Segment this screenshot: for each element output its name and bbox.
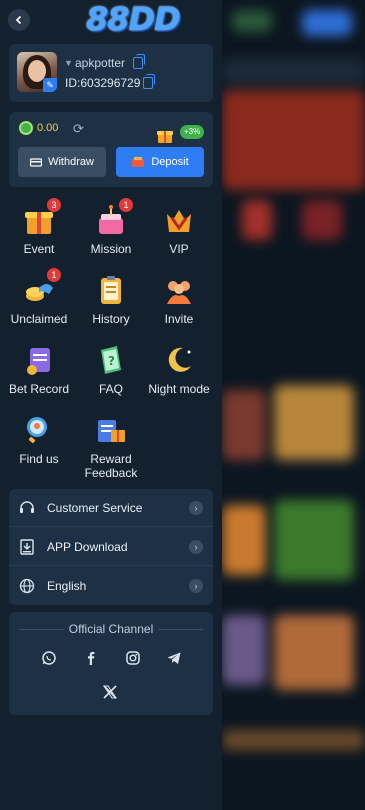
divider	[158, 629, 203, 630]
bonus-gift-icon	[157, 131, 173, 143]
side-drawer: 88DD ✎ ▼ apkpotter ID:603296729 0.00 ⟳ W…	[0, 0, 222, 810]
unclaimed-badge: 1	[47, 268, 61, 282]
tile-faq[interactable]: ? FAQ	[78, 344, 144, 396]
headset-icon	[19, 500, 35, 516]
globe-icon	[19, 578, 35, 594]
mission-cake-icon: 1	[95, 198, 133, 236]
mission-badge: 1	[119, 198, 133, 212]
event-gift-icon: 3	[23, 198, 61, 236]
reward-feedback-icon	[95, 414, 127, 446]
menu-app-download[interactable]: APP Download ›	[9, 528, 213, 566]
settings-menu: Customer Service › APP Download › Englis…	[9, 489, 213, 605]
find-us-magnifier-icon	[23, 414, 55, 446]
tile-vip[interactable]: VIP	[146, 204, 212, 256]
tile-find-us[interactable]: Find us	[6, 414, 72, 466]
edit-avatar-icon: ✎	[43, 78, 57, 92]
download-icon	[19, 538, 35, 555]
telegram-icon[interactable]	[165, 649, 183, 667]
invite-people-icon	[163, 274, 195, 306]
user-id: ID:603296729	[65, 76, 141, 90]
brand-logo: 88DD	[86, 0, 181, 38]
menu-customer-service[interactable]: Customer Service ›	[9, 489, 213, 527]
tile-reward-feedback[interactable]: Reward Feedback	[78, 414, 144, 480]
deposit-button[interactable]: Deposit	[116, 147, 204, 177]
tile-event[interactable]: 3 Event	[6, 198, 72, 256]
instagram-icon[interactable]	[124, 649, 142, 667]
tile-history[interactable]: History	[78, 274, 144, 326]
chevron-right-icon: ›	[189, 539, 203, 554]
drawer-header: 88DD	[0, 0, 222, 40]
background-app-blurred	[222, 0, 365, 810]
caret-down-icon: ▼	[64, 58, 73, 68]
chevron-left-icon	[15, 15, 22, 25]
tile-unclaimed[interactable]: 1 Unclaimed	[6, 268, 72, 326]
vip-crown-icon	[163, 204, 195, 236]
deposit-bonus-badge: +3%	[180, 125, 205, 139]
svg-text:?: ?	[108, 354, 115, 368]
withdraw-button[interactable]: Withdraw	[18, 147, 106, 177]
copy-id-icon[interactable]	[143, 74, 155, 89]
unclaimed-coins-icon: 1	[23, 268, 61, 306]
username: apkpotter	[75, 56, 126, 70]
wallet-card: 0.00 ⟳ Withdraw Deposit	[9, 112, 213, 187]
tile-mission[interactable]: 1 Mission	[78, 198, 144, 256]
profile-card: ✎ ▼ apkpotter ID:603296729	[9, 44, 213, 102]
chevron-right-icon: ›	[189, 579, 203, 593]
deposit-icon	[132, 157, 145, 167]
copy-username-icon[interactable]	[133, 54, 145, 69]
withdraw-icon	[30, 158, 43, 167]
facebook-icon[interactable]	[82, 649, 100, 667]
tile-bet-record[interactable]: Bet Record	[6, 344, 72, 396]
faq-book-icon: ?	[95, 344, 127, 376]
bet-record-icon	[23, 344, 55, 376]
tile-night-mode[interactable]: Night mode	[146, 344, 212, 396]
avatar[interactable]: ✎	[17, 52, 57, 92]
night-mode-moon-icon	[163, 344, 195, 376]
official-channel-panel: Official Channel	[9, 612, 213, 715]
whatsapp-icon[interactable]	[40, 649, 58, 667]
back-button[interactable]	[8, 9, 30, 31]
menu-language[interactable]: English ›	[9, 567, 213, 605]
chevron-right-icon: ›	[189, 500, 203, 515]
refresh-icon[interactable]: ⟳	[73, 121, 84, 137]
event-badge: 3	[47, 198, 61, 212]
x-icon[interactable]	[101, 683, 119, 701]
tile-invite[interactable]: Invite	[146, 274, 212, 326]
coin-icon	[19, 121, 33, 135]
balance-amount: 0.00	[37, 122, 59, 134]
history-clipboard-icon	[95, 274, 127, 306]
